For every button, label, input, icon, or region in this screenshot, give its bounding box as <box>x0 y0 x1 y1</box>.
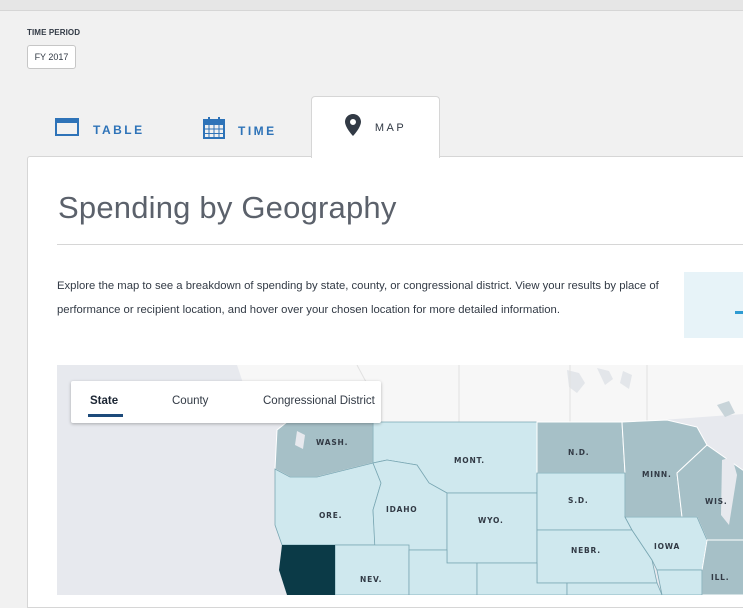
top-strip-divider <box>0 10 743 11</box>
time-period-label: TIME PERIOD <box>27 28 81 37</box>
map-label-nev: NEV. <box>360 575 382 584</box>
map-label-nebr: NEBR. <box>571 546 601 555</box>
map-scope-toggle: State County Congressional District <box>71 381 381 423</box>
tab-time[interactable]: TIME <box>202 116 277 145</box>
tab-time-label: TIME <box>238 123 277 138</box>
info-callout <box>684 272 743 338</box>
tab-table[interactable]: TABLE <box>55 118 145 141</box>
map-label-iowa: IOWA <box>654 542 680 551</box>
top-strip <box>0 0 743 10</box>
toggle-selected-indicator <box>88 414 123 417</box>
calendar-icon <box>202 116 226 145</box>
map-label-wyo: WYO. <box>478 516 504 525</box>
map-label-mont: MONT. <box>454 456 485 465</box>
map-label-wis: WIS. <box>705 497 728 506</box>
map-label-sd: S.D. <box>568 496 589 505</box>
map-label-ore: ORE. <box>319 511 342 520</box>
map-label-ill: ILL. <box>711 573 729 582</box>
map-label-minn: MINN. <box>642 470 672 479</box>
toggle-option-county[interactable]: County <box>172 395 208 407</box>
section-description: Explore the map to see a breakdown of sp… <box>57 280 659 316</box>
toggle-option-congressional-district[interactable]: Congressional District <box>263 395 375 407</box>
map-label-wash: WASH. <box>316 438 348 447</box>
toggle-option-state[interactable]: State <box>90 395 118 407</box>
tab-table-label: TABLE <box>93 122 145 137</box>
page-title: Spending by Geography <box>58 190 397 225</box>
tab-map-label: MAP <box>374 121 407 134</box>
map-label-idaho: IDAHO <box>386 505 417 514</box>
tab-map[interactable]: MAP <box>311 96 440 158</box>
callout-dash-icon <box>735 311 743 314</box>
map-label-nd: N.D. <box>568 448 589 457</box>
map-pin-icon <box>344 114 361 141</box>
table-icon <box>55 118 79 141</box>
title-divider <box>57 244 743 245</box>
time-period-button[interactable]: FY 2017 <box>27 45 76 69</box>
